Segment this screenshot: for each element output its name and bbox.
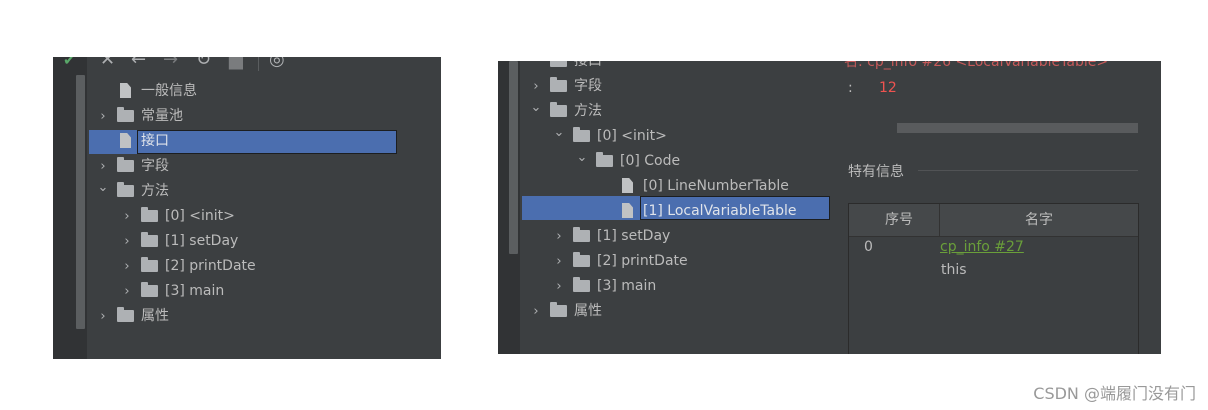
tree-item[interactable]: › 常量池 bbox=[53, 104, 441, 129]
tree-item[interactable]: › [1] setDay bbox=[53, 229, 441, 254]
row-index: 0 bbox=[864, 239, 873, 255]
tree-item[interactable]: › 属性 bbox=[53, 304, 441, 329]
tree-item-label: [1] LocalVariableTable bbox=[643, 203, 797, 219]
check-icon[interactable]: ✔ bbox=[63, 57, 76, 72]
folder-icon bbox=[141, 207, 158, 222]
folder-icon bbox=[573, 127, 590, 142]
refresh-icon[interactable]: ↻ bbox=[196, 57, 211, 72]
chevron-down-icon[interactable]: ⌄ bbox=[530, 95, 542, 120]
left-panel: ✔ ✕ ← → ↻ ▆ ◎ 一般信息 › 常量池 接口 › 字段 ⌄ 方法 › [0] <init… bbox=[53, 57, 441, 359]
tree-item-label: 方法 bbox=[574, 103, 602, 119]
folder-icon bbox=[573, 252, 590, 267]
folder-icon bbox=[596, 152, 613, 167]
forward-icon[interactable]: → bbox=[163, 57, 178, 72]
tree-item[interactable]: 接口 bbox=[53, 129, 441, 154]
folder-icon bbox=[550, 102, 567, 117]
file-icon bbox=[622, 178, 633, 193]
toolbar-separator bbox=[258, 57, 259, 71]
left-toolbar: ✔ ✕ ← → ↻ ▆ ◎ bbox=[53, 57, 441, 75]
tree-item[interactable]: [0] LineNumberTable bbox=[498, 174, 1161, 199]
tree-item-label: 常量池 bbox=[141, 108, 183, 124]
row-name-text: this bbox=[941, 262, 967, 278]
column-header-name[interactable]: 名字 bbox=[940, 204, 1138, 236]
chevron-right-icon[interactable]: › bbox=[97, 304, 109, 329]
tree-item-label: [0] LineNumberTable bbox=[643, 178, 789, 194]
tree-item-label: [0] Code bbox=[620, 153, 681, 169]
file-icon bbox=[622, 203, 633, 218]
tree-item-label: [0] <init> bbox=[165, 208, 235, 224]
variable-table: 序号 名字 0 cp_info #27 this bbox=[848, 203, 1139, 354]
folder-icon bbox=[117, 107, 134, 122]
chevron-down-icon[interactable]: ⌄ bbox=[97, 175, 109, 200]
close-icon[interactable]: ✕ bbox=[100, 57, 115, 72]
chevron-down-icon[interactable]: ⌄ bbox=[576, 145, 588, 170]
chevron-right-icon[interactable]: › bbox=[553, 249, 565, 274]
tree-item-label: 接口 bbox=[574, 61, 602, 69]
length-label: : bbox=[848, 80, 853, 96]
tree-item-label: [1] setDay bbox=[597, 228, 671, 244]
chevron-right-icon[interactable]: › bbox=[97, 104, 109, 129]
length-value: 12 bbox=[879, 80, 897, 96]
tree-item-label: [3] main bbox=[597, 278, 657, 294]
chevron-right-icon[interactable]: › bbox=[530, 299, 542, 324]
top-truncated-text: 名: cp_info #26 <LocalVariableTable> bbox=[844, 61, 1109, 70]
tree-item-label: 字段 bbox=[574, 78, 602, 94]
back-icon[interactable]: ← bbox=[131, 57, 146, 72]
tree-item-label: [1] setDay bbox=[165, 233, 239, 249]
folder-icon bbox=[117, 307, 134, 322]
folder-icon bbox=[573, 227, 590, 242]
tree-item-label: 属性 bbox=[141, 308, 169, 324]
watermark: CSDN @端履门没有门 bbox=[1033, 384, 1196, 403]
tree-item[interactable]: 一般信息 bbox=[53, 79, 441, 104]
tree-item[interactable]: ⌄ 方法 bbox=[498, 99, 1161, 124]
right-panel: 接口 › 字段 ⌄ 方法 ⌄ [0] <init> ⌄ [0] Code [0] LineNumb… bbox=[498, 61, 1161, 354]
tree-item[interactable]: › [2] printDate bbox=[53, 254, 441, 279]
folder-icon bbox=[141, 282, 158, 297]
chevron-right-icon[interactable]: › bbox=[121, 204, 133, 229]
tree-item-label: [3] main bbox=[165, 283, 225, 299]
tree-item[interactable]: › 字段 bbox=[53, 154, 441, 179]
folder-icon bbox=[117, 182, 134, 197]
tree-item-label: [0] <init> bbox=[597, 128, 667, 144]
table-header: 序号 名字 bbox=[849, 204, 1138, 237]
row-name-link[interactable]: cp_info #27 bbox=[940, 239, 1024, 255]
folder-icon bbox=[117, 157, 134, 172]
tree-item-label: 方法 bbox=[141, 183, 169, 199]
folder-icon bbox=[573, 277, 590, 292]
folder-icon bbox=[550, 61, 567, 67]
folder-icon bbox=[141, 257, 158, 272]
chevron-right-icon[interactable]: › bbox=[121, 254, 133, 279]
tree-item[interactable]: › [3] main bbox=[53, 279, 441, 304]
tree-item-label: [2] printDate bbox=[597, 253, 688, 269]
details-scrollbar[interactable] bbox=[897, 123, 1138, 133]
tree-item-label: 接口 bbox=[141, 133, 169, 149]
tree-item-label: [2] printDate bbox=[165, 258, 256, 274]
tree-item[interactable]: › [0] <init> bbox=[53, 204, 441, 229]
file-icon bbox=[120, 133, 131, 148]
chevron-down-icon[interactable]: ⌄ bbox=[553, 120, 565, 145]
tree-item[interactable]: › 字段 bbox=[498, 74, 1161, 99]
chevron-right-icon[interactable]: › bbox=[121, 279, 133, 304]
save-icon[interactable]: ▆ bbox=[229, 57, 243, 72]
file-icon bbox=[120, 83, 131, 98]
folder-icon bbox=[550, 302, 567, 317]
tree-item-label: 属性 bbox=[574, 303, 602, 319]
chevron-right-icon[interactable]: › bbox=[121, 229, 133, 254]
section-divider bbox=[918, 170, 1138, 171]
folder-icon bbox=[550, 77, 567, 92]
tree-item[interactable]: ⌄ 方法 bbox=[53, 179, 441, 204]
column-header-index[interactable]: 序号 bbox=[859, 204, 939, 236]
chevron-right-icon[interactable]: › bbox=[553, 224, 565, 249]
folder-icon bbox=[141, 232, 158, 247]
web-icon[interactable]: ◎ bbox=[269, 57, 285, 72]
specific-info-title: 特有信息 bbox=[848, 164, 904, 180]
tree-item-label: 字段 bbox=[141, 158, 169, 174]
chevron-right-icon[interactable]: › bbox=[553, 274, 565, 299]
tree-item-label: 一般信息 bbox=[141, 83, 197, 99]
